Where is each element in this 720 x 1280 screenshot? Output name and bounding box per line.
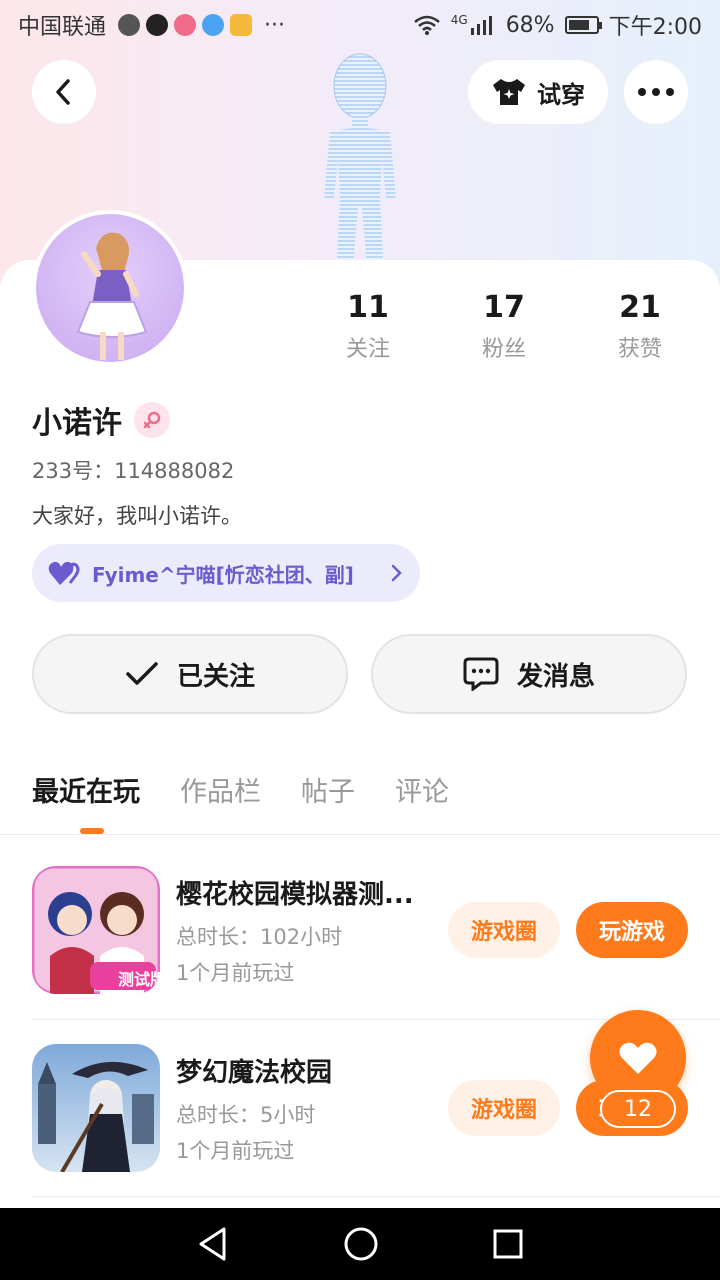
game-last-played: 1个月前玩过 [176,960,295,985]
user-id: 233号：114888082 [32,459,235,483]
back-button[interactable] [32,60,96,124]
following-label: 关注 [345,337,390,362]
likes-stat[interactable]: 21 获赞 [572,290,708,363]
app-notification-icon [174,14,197,36]
user-bio: 大家好，我叫小诺许。 [32,504,242,528]
game-circle-button[interactable]: 游戏圈 [448,902,560,958]
tshirt-icon [493,79,525,105]
profile-stats: 11 关注 17 粉丝 21 获赞 [300,290,710,363]
chevron-left-icon [56,79,70,105]
likes-count: 21 [619,290,661,325]
status-bar: 中国联通 ··· 4G 68% 下午2:00 [0,0,720,50]
game-duration: 总时长：5小时 [176,1102,316,1127]
more-options-button[interactable] [624,60,688,124]
game-icon-magic-school [32,1044,160,1172]
system-navigation-bar [0,1208,720,1280]
play-game-button[interactable]: 玩游戏 [576,902,688,958]
app-notification-icon [118,14,141,36]
profile-tabs: 最近在玩 作品栏 帖子 评论 [32,770,449,809]
list-divider [32,1196,720,1197]
female-gender-icon [134,402,170,438]
app-notification-icon [230,14,253,36]
more-dots-icon [638,88,674,96]
wifi-icon [413,15,440,35]
message-icon [463,657,499,691]
home-nav-icon[interactable] [343,1226,379,1262]
tabs-divider [0,834,720,835]
avatar-character-image [76,232,148,360]
game-title: 梦幻魔法校园 [176,1057,333,1088]
followers-label: 粉丝 [481,337,526,362]
game-test-version-badge: 测试版 [117,970,166,989]
network-type-label: 4G [450,13,468,27]
battery-percent: 68% [505,12,555,38]
tab-works[interactable]: 作品栏 [180,770,261,809]
followers-stat[interactable]: 17 粉丝 [436,290,572,363]
app-notification-icon [202,14,225,36]
name-row: 小诺许 [32,398,170,442]
following-stat[interactable]: 11 关注 [300,290,436,363]
game-last-played: 1个月前玩过 [176,1138,295,1163]
tab-posts[interactable]: 帖子 [301,770,355,809]
battery-icon [564,16,602,34]
try-on-button[interactable]: 试穿 [468,60,608,124]
tab-comments[interactable]: 评论 [395,770,449,809]
tiktok-icon [146,14,169,36]
game-title: 樱花校园模拟器测... [176,879,414,910]
followed-button[interactable]: 已关注 [32,634,348,714]
clock: 下午2:00 [608,15,702,40]
recents-nav-icon[interactable] [492,1228,524,1260]
club-badge[interactable]: Fyime^宁喵[忻恋社团、副] [32,544,420,602]
club-name: Fyime^宁喵[忻恋社团、副] [92,562,354,587]
heart-icon [619,1042,657,1074]
game-duration: 总时长：102小时 [176,924,343,949]
likes-label: 获赞 [617,337,662,362]
heart-icon [48,561,80,585]
try-on-label: 试穿 [537,80,585,109]
game-circle-button[interactable]: 游戏圈 [448,1080,560,1136]
chevron-right-icon [391,564,402,582]
avatar-hologram [324,53,396,278]
checkmark-icon [126,662,158,685]
carrier-label: 中国联通 [18,15,107,40]
avatar[interactable] [32,210,188,366]
like-count-badge: 12 [600,1090,676,1128]
more-notifications-icon: ··· [264,12,285,38]
following-count: 11 [347,290,389,325]
followed-label: 已关注 [176,661,255,692]
tab-recently-played[interactable]: 最近在玩 [32,770,140,809]
back-nav-icon[interactable] [196,1226,230,1262]
send-message-label: 发消息 [516,661,595,692]
send-message-button[interactable]: 发消息 [371,634,687,714]
user-name: 小诺许 [32,406,122,441]
signal-icon [470,16,492,35]
followers-count: 17 [483,290,525,325]
